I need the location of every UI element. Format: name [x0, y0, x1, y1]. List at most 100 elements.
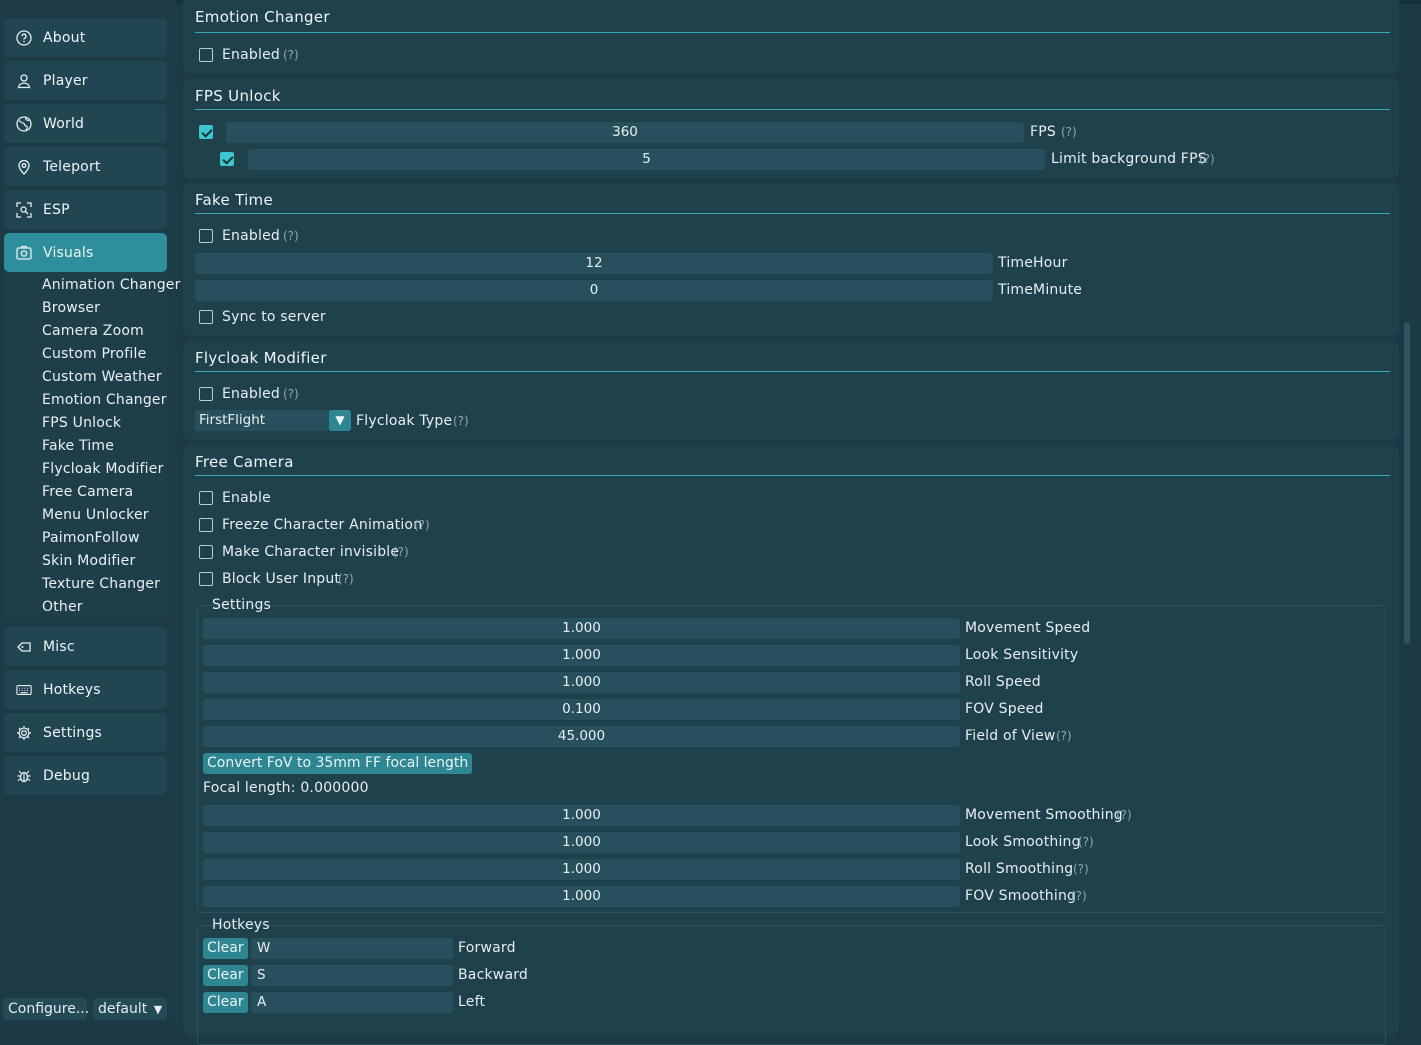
look-sensitivity-label: Look Sensitivity [965, 647, 1079, 663]
section-divider [195, 371, 1390, 372]
nav-label: Misc [43, 638, 75, 655]
help-marker[interactable]: (?) [453, 412, 469, 430]
nav-settings[interactable]: Settings [4, 713, 167, 752]
sync-label: Sync to server [222, 309, 326, 325]
help-marker[interactable]: (?) [283, 385, 299, 403]
submenu-item[interactable]: FPS Unlock [42, 414, 121, 432]
nav-label: Visuals [43, 244, 94, 261]
sync-checkbox[interactable] [199, 310, 213, 324]
enable-checkbox[interactable] [199, 491, 213, 505]
help-marker[interactable]: (?) [414, 516, 430, 534]
movement-smoothing-slider[interactable]: 1.000 [203, 805, 960, 826]
help-marker[interactable]: (?) [1061, 123, 1077, 141]
nav-world[interactable]: World [4, 104, 167, 143]
section-divider [195, 475, 1390, 476]
look-smoothing-label: Look Smoothing [965, 834, 1081, 850]
help-marker[interactable]: (?) [1199, 150, 1215, 168]
movement-speed-label: Movement Speed [965, 620, 1091, 636]
sidebar: About Player World Teleport ESP Visuals … [0, 0, 180, 1020]
time-minute-label: TimeMinute [998, 282, 1083, 298]
nav-hotkeys[interactable]: Hotkeys [4, 670, 167, 709]
help-marker[interactable]: (?) [283, 46, 299, 64]
help-marker[interactable]: (?) [1071, 887, 1087, 905]
fov-smoothing-slider[interactable]: 1.000 [203, 886, 960, 907]
bg-fps-slider[interactable]: 5 [248, 149, 1045, 170]
look-smoothing-slider[interactable]: 1.000 [203, 832, 960, 853]
fps-checkbox[interactable] [199, 125, 213, 139]
flycloak-type-select[interactable]: FirstFlight [195, 410, 351, 431]
enabled-label: Enabled [222, 228, 280, 244]
enabled-checkbox[interactable] [199, 229, 213, 243]
nav-label: Settings [43, 724, 103, 741]
nav-player[interactable]: Player [4, 61, 167, 100]
hotkey-label: Forward [458, 940, 516, 956]
submenu-item[interactable]: Camera Zoom [42, 322, 144, 340]
time-minute-slider[interactable]: 0 [195, 280, 993, 301]
configure-button[interactable]: Configure... [3, 998, 89, 1020]
submenu-item[interactable]: Custom Weather [42, 368, 162, 386]
freeze-animation-checkbox[interactable] [199, 518, 213, 532]
emotion-changer-section: Emotion Changer Enabled (?) [183, 0, 1399, 73]
enabled-checkbox[interactable] [199, 387, 213, 401]
submenu-item[interactable]: Skin Modifier [42, 552, 135, 570]
section-divider [195, 213, 1390, 214]
help-marker[interactable]: (?) [1116, 806, 1132, 824]
submenu-item[interactable]: Free Camera [42, 483, 133, 501]
help-marker[interactable]: (?) [338, 570, 354, 588]
fps-label: FPS [1030, 124, 1056, 140]
help-marker[interactable]: (?) [283, 227, 299, 245]
nav-visuals[interactable]: Visuals [4, 233, 167, 272]
vertical-scrollbar[interactable] [1404, 322, 1410, 644]
block-input-checkbox[interactable] [199, 572, 213, 586]
roll-smoothing-slider[interactable]: 1.000 [203, 859, 960, 880]
enabled-label: Enabled [222, 47, 280, 63]
movement-speed-slider[interactable]: 1.000 [203, 618, 960, 639]
submenu-item[interactable]: Animation Changer [42, 276, 181, 294]
tag-icon [16, 639, 32, 655]
submenu-item[interactable]: Custom Profile [42, 345, 146, 363]
enable-label: Enable [222, 490, 271, 506]
help-marker[interactable]: (?) [1056, 727, 1072, 745]
invisible-label: Make Character invisible [222, 544, 400, 560]
clear-button[interactable]: Clear [203, 965, 248, 986]
fov-speed-slider[interactable]: 0.100 [203, 699, 960, 720]
submenu-item[interactable]: Other [42, 598, 83, 616]
nav-misc[interactable]: Misc [4, 627, 167, 666]
free-camera-section: Free Camera Enable Freeze Character Anim… [183, 445, 1399, 1045]
user-icon [16, 73, 32, 89]
nav-esp[interactable]: ESP [4, 190, 167, 229]
submenu-item[interactable]: Fake Time [42, 437, 114, 455]
time-hour-slider[interactable]: 12 [195, 253, 993, 274]
convert-fov-button[interactable]: Convert FoV to 35mm FF focal length [203, 753, 473, 774]
profile-dropdown[interactable]: default ▼ [93, 998, 167, 1020]
clear-button[interactable]: Clear [203, 992, 248, 1013]
bg-fps-checkbox[interactable] [220, 152, 234, 166]
section-divider [195, 32, 1390, 33]
help-marker[interactable]: (?) [1078, 833, 1094, 851]
submenu-item[interactable]: Texture Changer [42, 575, 160, 593]
invisible-checkbox[interactable] [199, 545, 213, 559]
help-marker[interactable]: (?) [1073, 860, 1089, 878]
enabled-checkbox[interactable] [199, 48, 213, 62]
submenu-item[interactable]: Browser [42, 299, 100, 317]
nav-about[interactable]: About [4, 18, 167, 57]
flycloak-type-value: FirstFlight [199, 412, 266, 428]
submenu-item[interactable]: Flycloak Modifier [42, 460, 164, 478]
clear-button[interactable]: Clear [203, 938, 248, 959]
nav-teleport[interactable]: Teleport [4, 147, 167, 186]
hotkey-field-left[interactable]: A [251, 992, 453, 1013]
submenu-item[interactable]: Menu Unlocker [42, 506, 149, 524]
submenu-item[interactable]: Emotion Changer [42, 391, 167, 409]
nav-debug[interactable]: Debug [4, 756, 167, 795]
fps-slider[interactable]: 360 [226, 122, 1024, 143]
settings-title: Settings [212, 597, 272, 613]
dropdown-arrow-button[interactable]: ▼ [329, 410, 351, 431]
hotkey-field-forward[interactable]: W [251, 938, 453, 959]
submenu-item[interactable]: PaimonFollow [42, 529, 140, 547]
movement-smoothing-label: Movement Smoothing [965, 807, 1123, 823]
look-sensitivity-slider[interactable]: 1.000 [203, 645, 960, 666]
help-marker[interactable]: (?) [393, 543, 409, 561]
hotkey-field-backward[interactable]: S [251, 965, 453, 986]
roll-speed-slider[interactable]: 1.000 [203, 672, 960, 693]
field-of-view-slider[interactable]: 45.000 [203, 726, 960, 747]
